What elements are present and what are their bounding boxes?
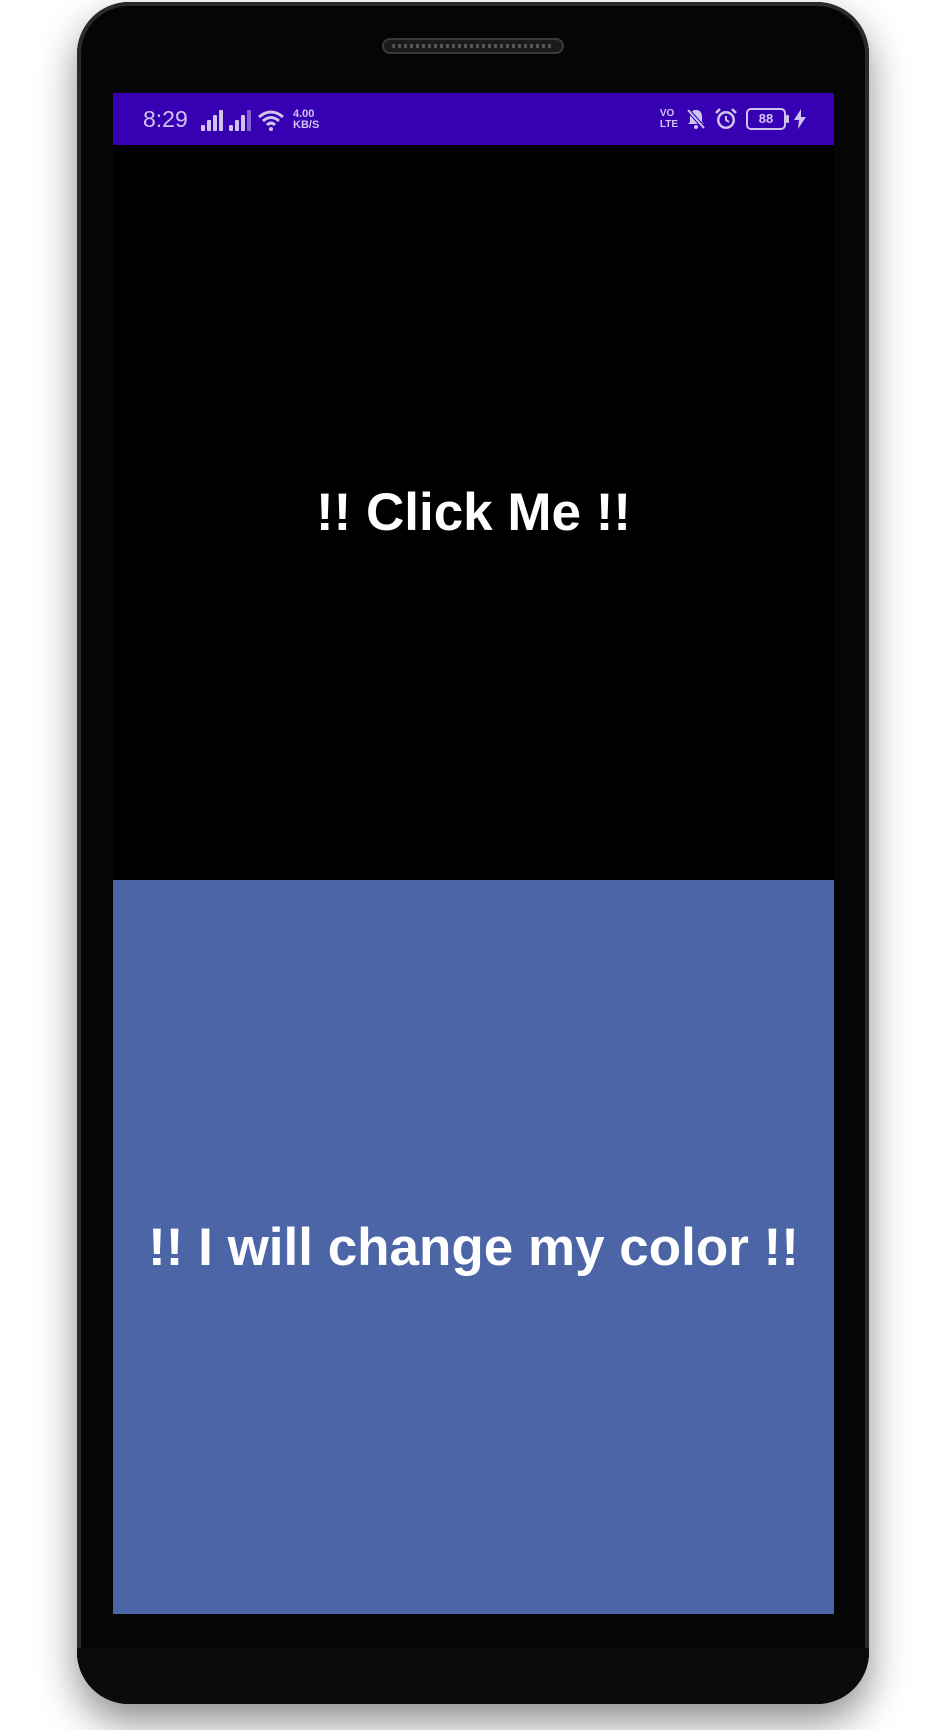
charging-icon — [794, 109, 806, 129]
volte-line1: VO — [659, 108, 675, 119]
status-right-icons: VO LTE 88 — [660, 105, 806, 133]
app-screen: 8:29 4.00 KB/S VO LTE 88 !! Click Me !! … — [113, 93, 834, 1614]
signal-icon — [229, 109, 251, 131]
color-change-label: !! I will change my color !! — [148, 1217, 799, 1277]
network-speed-unit: KB/S — [293, 119, 320, 131]
status-bar: 8:29 4.00 KB/S VO LTE 88 — [113, 93, 834, 145]
click-me-label: !! Click Me !! — [315, 483, 632, 542]
status-time: 8:29 — [143, 106, 188, 132]
network-speed: 4.00 KB/S — [293, 109, 319, 131]
status-left-icons: 4.00 KB/S — [201, 107, 319, 131]
volte-line2: LTE — [659, 119, 678, 130]
signal-icon — [201, 109, 223, 131]
alarm-icon — [715, 108, 737, 129]
color-change-box: !! I will change my color !! — [113, 880, 834, 1614]
volte-icon: VO LTE — [660, 108, 678, 130]
wifi-icon — [258, 110, 284, 131]
click-me-button[interactable]: !! Click Me !! — [113, 145, 834, 880]
earpiece-speaker — [382, 38, 564, 54]
battery-icon: 88 — [746, 108, 789, 130]
phone-bottom-bezel — [77, 1648, 869, 1704]
mute-bell-icon — [686, 108, 706, 130]
